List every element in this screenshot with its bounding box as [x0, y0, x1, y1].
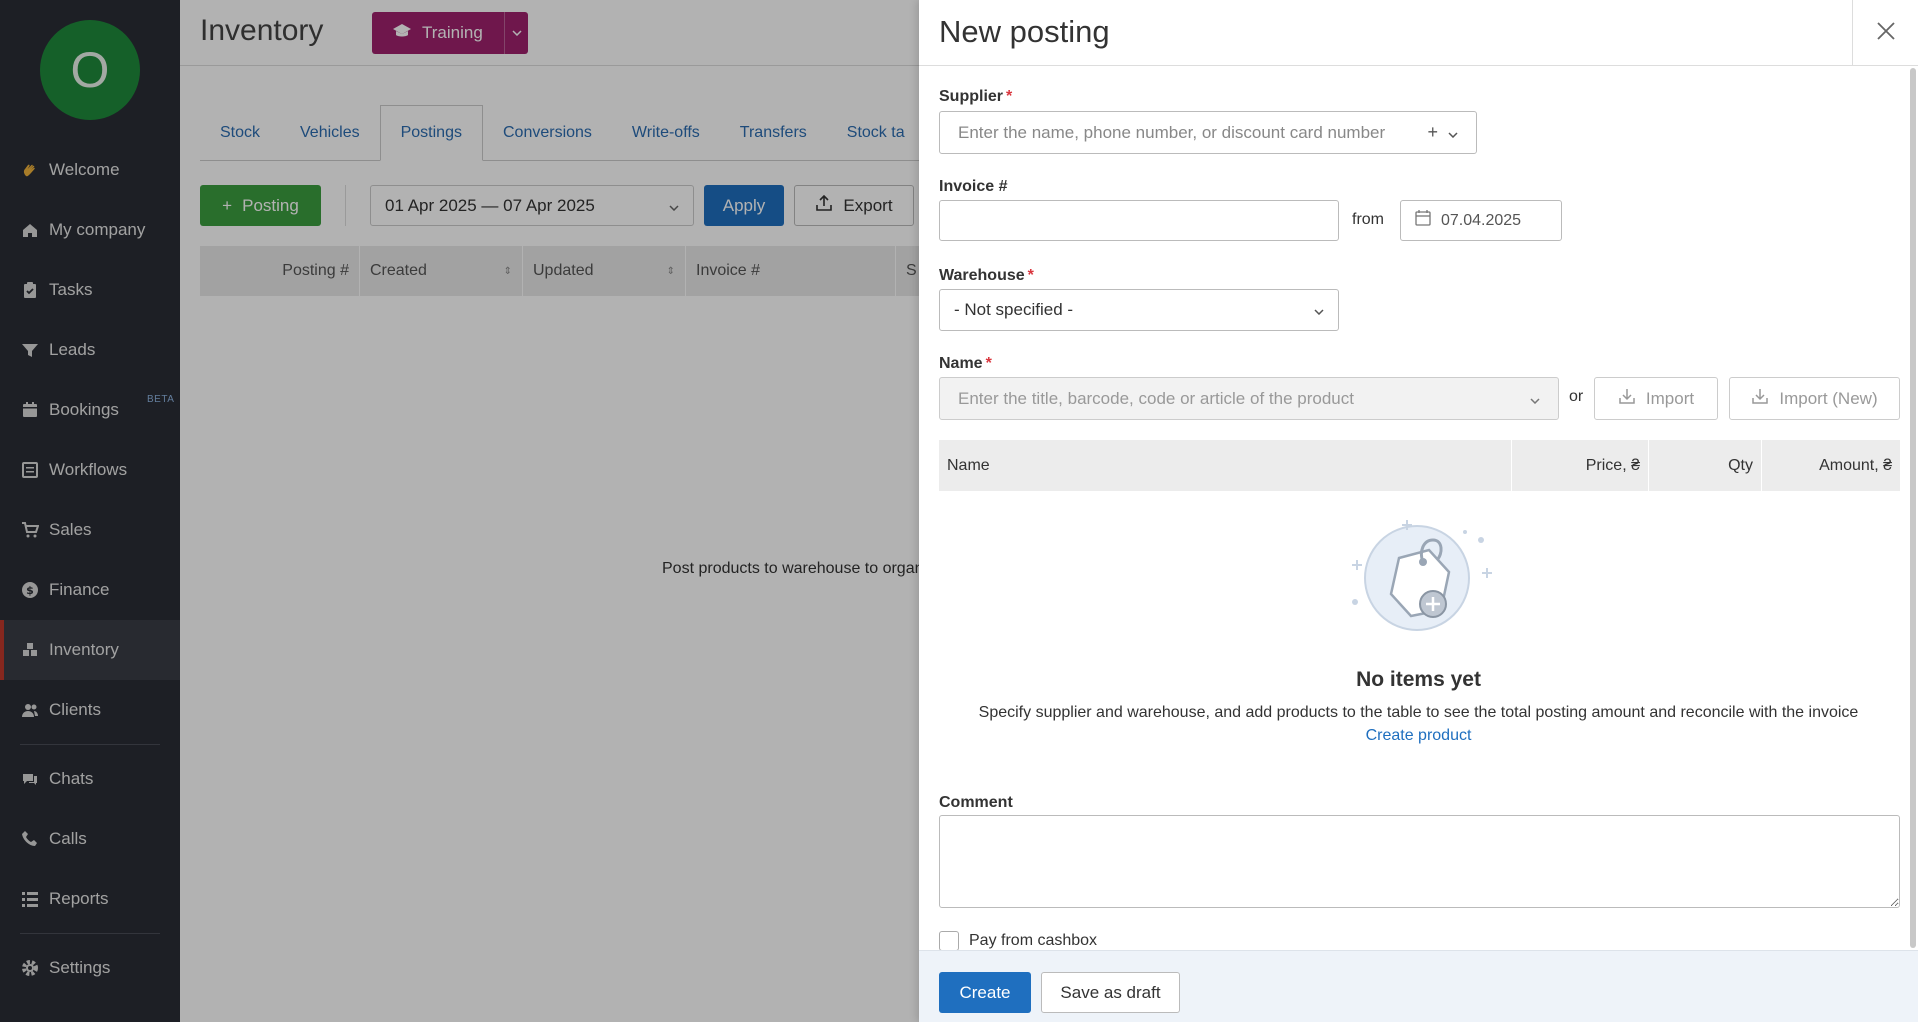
- column-header: Qty: [1649, 440, 1762, 491]
- from-label: from: [1352, 211, 1384, 228]
- modal-overlay[interactable]: [0, 0, 919, 1022]
- chevron-down-icon: [1530, 389, 1540, 409]
- drawer-header: New posting: [919, 0, 1918, 66]
- save-draft-button[interactable]: Save as draft: [1041, 972, 1180, 1013]
- download-icon: [1751, 387, 1769, 410]
- supplier-input[interactable]: Enter the name, phone number, or discoun…: [939, 111, 1477, 154]
- scrollbar[interactable]: [1908, 66, 1918, 950]
- pay-from-cashbox-label: Pay from cashbox: [969, 932, 1098, 949]
- comment-label: Comment: [939, 794, 1013, 811]
- column-header: Amount, ₴: [1819, 456, 1892, 474]
- drawer-title: New posting: [939, 14, 1110, 49]
- create-product-link[interactable]: Create product: [919, 727, 1918, 745]
- calendar-icon: [1415, 210, 1431, 231]
- empty-state-text: Specify supplier and warehouse, and add …: [978, 704, 1859, 721]
- items-table-header: Name Price, ₴ Qty Amount, ₴: [939, 440, 1900, 491]
- close-icon: [1876, 21, 1896, 46]
- warehouse-select[interactable]: - Not specified -: [939, 289, 1339, 331]
- pay-from-cashbox-row[interactable]: Pay from cashbox: [939, 931, 1097, 951]
- close-button[interactable]: [1852, 0, 1918, 66]
- import-new-button[interactable]: Import (New): [1729, 377, 1900, 420]
- comment-textarea[interactable]: [939, 815, 1900, 908]
- import-button[interactable]: Import: [1594, 377, 1718, 420]
- product-search-input[interactable]: Enter the title, barcode, code or articl…: [939, 377, 1559, 420]
- new-posting-drawer: New posting Supplier * Enter the name, ph…: [919, 0, 1918, 1022]
- chevron-down-icon: [1314, 300, 1324, 320]
- empty-state-title: No items yet: [1356, 668, 1481, 691]
- column-header: Name: [939, 440, 1512, 491]
- create-button[interactable]: Create: [939, 972, 1031, 1013]
- download-icon: [1618, 387, 1636, 410]
- price-tag-icon: [1339, 510, 1499, 640]
- warehouse-label: Warehouse *: [939, 267, 1034, 284]
- column-header: Price, ₴: [1512, 440, 1649, 491]
- plus-icon[interactable]: +: [1427, 122, 1438, 143]
- name-label: Name *: [939, 355, 992, 372]
- pay-from-cashbox-checkbox[interactable]: [939, 931, 959, 951]
- or-label: or: [1569, 388, 1584, 405]
- invoice-label: Invoice #: [939, 178, 1008, 195]
- chevron-down-icon[interactable]: [1448, 123, 1458, 143]
- supplier-label: Supplier *: [939, 88, 1013, 105]
- invoice-date-input[interactable]: 07.04.2025: [1400, 200, 1562, 241]
- invoice-number-input[interactable]: [939, 200, 1339, 241]
- drawer-footer: Create Save as draft: [919, 950, 1918, 1022]
